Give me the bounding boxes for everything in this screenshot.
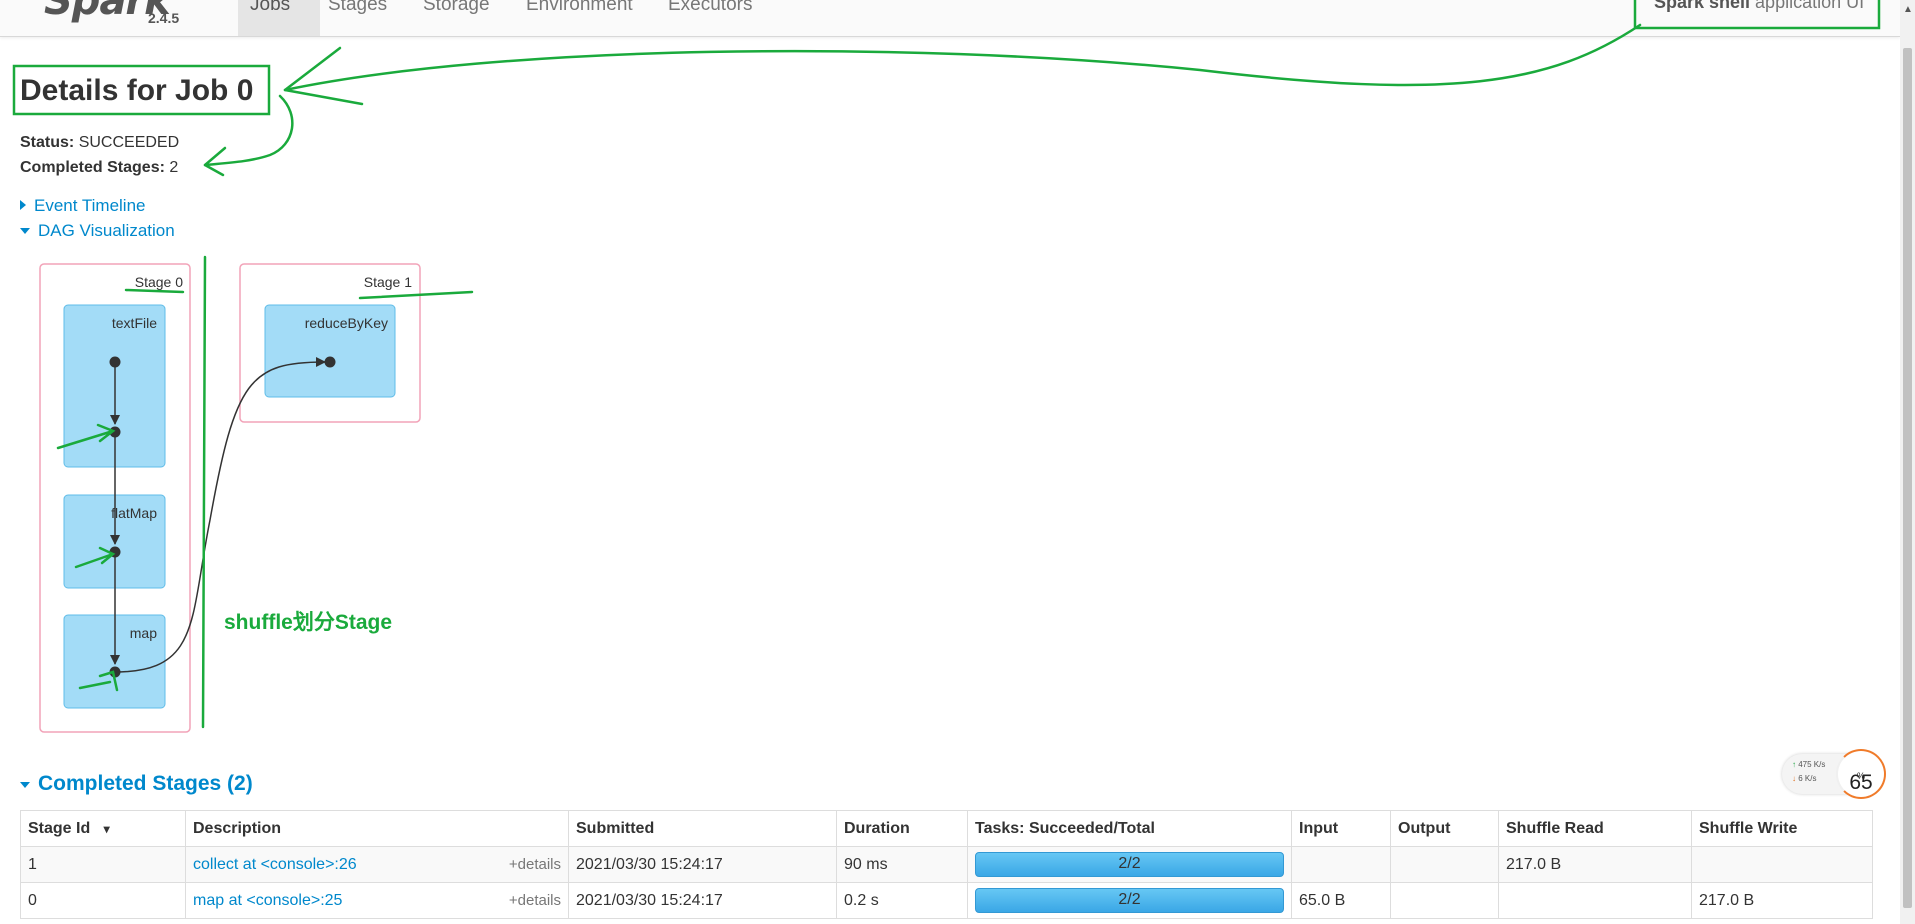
annotation-arrow-head: [283, 46, 364, 106]
annotation-arrow-line: [283, 23, 1642, 92]
dag-visualization: Stage 0 textFile flatMap map Stage 1 red…: [12, 0, 1881, 733]
usage-percent: 65%: [1838, 761, 1884, 794]
usage-percent-value: 65: [1849, 771, 1873, 794]
tasks-progress-bar: 2/2: [975, 852, 1284, 877]
completed-stages-table: Stage Id ▾ Description Submitted Duratio…: [20, 810, 1873, 919]
appname-highlight-box: [1633, 0, 1881, 30]
download-arrow-icon: ↓: [1792, 774, 1796, 783]
cell-tasks: 2/2: [967, 846, 1292, 883]
upload-arrow-icon: ↑: [1792, 760, 1796, 769]
tasks-progress-label: 2/2: [1118, 855, 1141, 872]
stage-0-label: Stage 0: [135, 274, 183, 290]
stage-1-label: Stage 1: [364, 274, 412, 290]
scrollbar-thumb[interactable]: [1903, 48, 1912, 908]
caret-down-icon: [20, 782, 30, 788]
cell-description: collect at <console>:26 +details: [185, 846, 569, 883]
download-speed: ↓ 6 K/s: [1792, 774, 1816, 783]
op-reducebykey-label: reduceByKey: [305, 315, 388, 331]
col-stage-id[interactable]: Stage Id ▾: [20, 810, 186, 847]
download-speed-value: 6 K/s: [1798, 774, 1817, 783]
completed-stages-heading-label: Completed Stages (2): [38, 772, 253, 795]
col-submitted[interactable]: Submitted: [568, 810, 837, 847]
scroll-up-arrow-icon[interactable]: ▲: [1903, 4, 1913, 15]
usage-gauge[interactable]: 65%: [1836, 749, 1886, 799]
upload-speed: ↑ 475 K/s: [1792, 760, 1825, 769]
cell-shuffle-read: 217.0 B: [1498, 846, 1692, 883]
shuffle-annotation-text: shuffle划分Stage: [224, 611, 392, 634]
stage-description-link[interactable]: collect at <console>:26: [193, 856, 357, 873]
col-shuffle-write[interactable]: Shuffle Write: [1691, 810, 1873, 847]
col-output[interactable]: Output: [1390, 810, 1499, 847]
table-header-row: Stage Id ▾ Description Submitted Duratio…: [20, 810, 1873, 847]
cell-input: [1291, 846, 1391, 883]
cell-output: [1390, 882, 1499, 919]
cell-stage-id: 1: [20, 846, 186, 883]
col-description[interactable]: Description: [185, 810, 569, 847]
sort-desc-icon: ▾: [103, 821, 110, 836]
op-textfile-label: textFile: [112, 315, 157, 331]
dag-node: [109, 356, 121, 368]
annotation-arrow-stages-head: [203, 146, 227, 177]
op-map-label: map: [130, 625, 157, 641]
cell-shuffle-read: [1498, 882, 1692, 919]
stage-description-link[interactable]: map at <console>:25: [193, 892, 342, 909]
tasks-progress-label: 2/2: [1118, 891, 1141, 908]
completed-stages-heading[interactable]: Completed Stages (2): [20, 772, 253, 796]
op-flatmap-label: flatMap: [111, 505, 157, 521]
table-row: 0 map at <console>:25 +details 2021/03/3…: [20, 882, 1873, 919]
title-highlight-box: [12, 64, 271, 116]
col-tasks[interactable]: Tasks: Succeeded/Total: [967, 810, 1292, 847]
cell-duration: 90 ms: [836, 846, 968, 883]
cell-submitted: 2021/03/30 15:24:17: [568, 882, 837, 919]
cell-description: map at <console>:25 +details: [185, 882, 569, 919]
cell-shuffle-write: [1691, 846, 1873, 883]
cell-shuffle-write: 217.0 B: [1691, 882, 1873, 919]
tasks-progress-bar: 2/2: [975, 888, 1284, 913]
cell-submitted: 2021/03/30 15:24:17: [568, 846, 837, 883]
col-shuffle-read[interactable]: Shuffle Read: [1498, 810, 1692, 847]
details-link[interactable]: +details: [509, 892, 561, 909]
cell-tasks: 2/2: [967, 882, 1292, 919]
col-duration[interactable]: Duration: [836, 810, 968, 847]
cell-stage-id: 0: [20, 882, 186, 919]
col-input[interactable]: Input: [1291, 810, 1391, 847]
table-row: 1 collect at <console>:26 +details 2021/…: [20, 846, 1873, 883]
cell-input: 65.0 B: [1291, 882, 1391, 919]
dag-node: [324, 356, 336, 368]
cell-duration: 0.2 s: [836, 882, 968, 919]
stage-separator-line: [201, 255, 207, 729]
details-link[interactable]: +details: [509, 856, 561, 873]
upload-speed-value: 475 K/s: [1798, 760, 1826, 769]
cell-output: [1390, 846, 1499, 883]
